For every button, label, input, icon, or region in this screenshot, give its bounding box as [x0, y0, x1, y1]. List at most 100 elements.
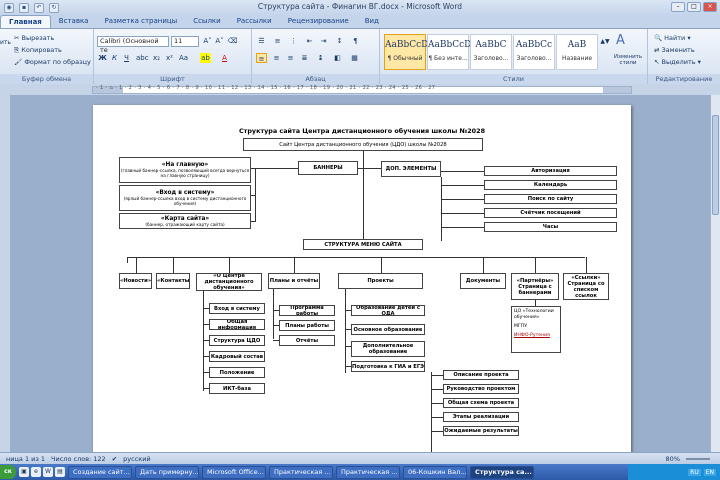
- justify-icon[interactable]: ≣: [299, 53, 310, 63]
- superscript-icon[interactable]: x²: [164, 53, 175, 63]
- grow-font-icon[interactable]: A˄: [202, 36, 213, 46]
- copy-button[interactable]: ⎘ Копировать: [14, 46, 62, 55]
- tab-1[interactable]: Вставка: [51, 15, 97, 28]
- bullets-icon[interactable]: ☰: [256, 36, 267, 46]
- zoom-slider[interactable]: [686, 458, 710, 460]
- banners-box: БАННЕРЫ: [298, 161, 358, 175]
- document-page[interactable]: Структура сайта Центра дистанционного об…: [93, 105, 631, 460]
- multilevel-list-icon[interactable]: ⋮: [288, 36, 299, 46]
- connector: [441, 227, 484, 228]
- lang-en[interactable]: EN: [703, 468, 716, 476]
- clipboard-label: Буфер обмена: [0, 74, 93, 84]
- tab-4[interactable]: Рассылки: [229, 15, 280, 28]
- extra-item-0-text: Авторизация: [531, 168, 570, 174]
- project-sub-0-text: Образование детей с ОДА: [356, 305, 420, 316]
- browser-icon[interactable]: e: [31, 467, 41, 477]
- numbering-icon[interactable]: ≡: [272, 36, 283, 46]
- shading-icon[interactable]: ◧: [332, 53, 343, 63]
- clear-format-icon[interactable]: ⌫: [227, 36, 238, 46]
- taskbar: ск ▣ e W ▤ Создание сайт... Дать примерну…: [0, 464, 720, 480]
- align-left-icon[interactable]: ≡: [256, 53, 267, 63]
- style-3[interactable]: AaBbCc Заголово...: [513, 34, 555, 70]
- center-sub-4-text: Положение: [219, 369, 255, 376]
- horizontal-ruler[interactable]: · 1 · ⌂ · 1 · 2 · 3 · 4 · 5 · 6 · 7 · 8 …: [0, 85, 720, 95]
- font-family-select[interactable]: Calibri (Основной те: [97, 36, 169, 54]
- italic-icon[interactable]: К: [109, 53, 120, 63]
- highlight-icon[interactable]: ab: [200, 53, 211, 63]
- sort-icon[interactable]: ↕: [334, 36, 345, 46]
- taskbar-item-2[interactable]: Microsoft Office...: [202, 465, 266, 479]
- paragraph-label: Абзац: [252, 74, 379, 84]
- taskbar-item-5[interactable]: 06-Кошкин Вал...: [403, 465, 467, 479]
- word-count[interactable]: Число слов: 122: [51, 455, 106, 463]
- style-name: Название: [561, 55, 593, 62]
- connector: [203, 388, 209, 389]
- subscript-icon[interactable]: x₂: [151, 53, 162, 63]
- taskbar-item-0[interactable]: Создание сайт...: [68, 465, 132, 479]
- center-sub-5-text: ИКТ-база: [223, 385, 251, 392]
- menu-item-3: Планы и отчёты: [268, 273, 320, 289]
- start-button[interactable]: ск: [0, 465, 16, 479]
- change-styles-icon[interactable]: A: [616, 33, 625, 48]
- style-0[interactable]: AaBbCcDc ¶ Обычный: [384, 34, 433, 70]
- underline-icon[interactable]: Ч: [121, 53, 132, 63]
- center-sub-1-text: Общая информация: [217, 319, 257, 330]
- cut-button[interactable]: ✂ Вырезать: [14, 34, 54, 42]
- strikethrough-icon[interactable]: abc: [136, 53, 149, 63]
- lang-ru[interactable]: RU: [688, 468, 701, 476]
- partner-item[interactable]: МГПУ: [514, 324, 558, 330]
- style-1[interactable]: AaBbCcDc ¶ Без инте...: [427, 34, 476, 70]
- connector: [273, 325, 279, 326]
- tab-3[interactable]: Ссылки: [185, 15, 229, 28]
- align-center-icon[interactable]: ≡: [271, 53, 282, 63]
- tab-5[interactable]: Рецензирование: [280, 15, 357, 28]
- connector: [273, 289, 274, 339]
- font-color-icon[interactable]: A: [219, 53, 230, 63]
- connector: [345, 329, 351, 330]
- select-button[interactable]: ↖ Выделить ▾: [654, 58, 701, 66]
- page-count[interactable]: ница 1 из 1: [6, 455, 45, 463]
- connector: [135, 257, 137, 273]
- line-spacing-icon[interactable]: ↨: [315, 53, 326, 63]
- replace-button[interactable]: ⇄ Заменить: [654, 46, 695, 54]
- change-case-icon[interactable]: Aa: [178, 53, 189, 63]
- taskbar-item-3[interactable]: Практическая ...: [269, 465, 333, 479]
- connector: [431, 375, 443, 376]
- vertical-scrollbar[interactable]: [710, 95, 720, 452]
- format-painter-button[interactable]: 🖌 Формат по образцу: [14, 58, 91, 66]
- font-size-select[interactable]: 11: [171, 36, 199, 47]
- tab-0[interactable]: Главная: [0, 15, 51, 28]
- tab-6[interactable]: Вид: [357, 15, 387, 28]
- folder-icon[interactable]: ▤: [55, 467, 65, 477]
- language[interactable]: русский: [123, 455, 151, 463]
- close-icon[interactable]: ×: [703, 2, 717, 12]
- bold-icon[interactable]: Ж: [97, 53, 108, 63]
- plans-sub-1-text: Планы работы: [285, 322, 329, 329]
- style-2[interactable]: AaBbC Заголово...: [470, 34, 512, 70]
- taskbar-item-6[interactable]: Структура са...: [470, 465, 534, 479]
- paste-button[interactable]: ить: [0, 39, 11, 46]
- doc-title: Структура сайта Центра дистанционного об…: [238, 127, 486, 135]
- pilcrow-icon[interactable]: ¶: [350, 36, 361, 46]
- styles-scroll-icon[interactable]: ▲▼: [598, 37, 612, 47]
- tab-2[interactable]: Разметка страницы: [96, 15, 185, 28]
- word-icon[interactable]: W: [43, 467, 53, 477]
- shrink-font-icon[interactable]: A˅: [214, 36, 225, 46]
- increase-indent-icon[interactable]: ⇥: [318, 36, 329, 46]
- desktop-icon[interactable]: ▣: [19, 467, 29, 477]
- spellcheck-icon[interactable]: ✔: [112, 455, 117, 463]
- decrease-indent-icon[interactable]: ⇤: [304, 36, 315, 46]
- taskbar-item-4[interactable]: Практическая ...: [336, 465, 400, 479]
- partner-item[interactable]: ЦО «Технологии обучения»: [514, 309, 558, 321]
- borders-icon[interactable]: ▦: [349, 53, 360, 63]
- minimize-icon[interactable]: –: [671, 2, 685, 12]
- maximize-icon[interactable]: □: [687, 2, 701, 12]
- zoom-level[interactable]: 80%: [666, 455, 680, 463]
- align-right-icon[interactable]: ≡: [285, 53, 296, 63]
- taskbar-item-1[interactable]: Дать примерну...: [135, 465, 199, 479]
- change-styles-button[interactable]: Изменить стили: [611, 54, 645, 66]
- find-button[interactable]: 🔍 Найти ▾: [654, 34, 691, 42]
- scroll-thumb[interactable]: [712, 115, 719, 215]
- partner-item[interactable]: ИНФО-Рутения: [514, 333, 558, 339]
- style-4[interactable]: AaB Название: [556, 34, 598, 70]
